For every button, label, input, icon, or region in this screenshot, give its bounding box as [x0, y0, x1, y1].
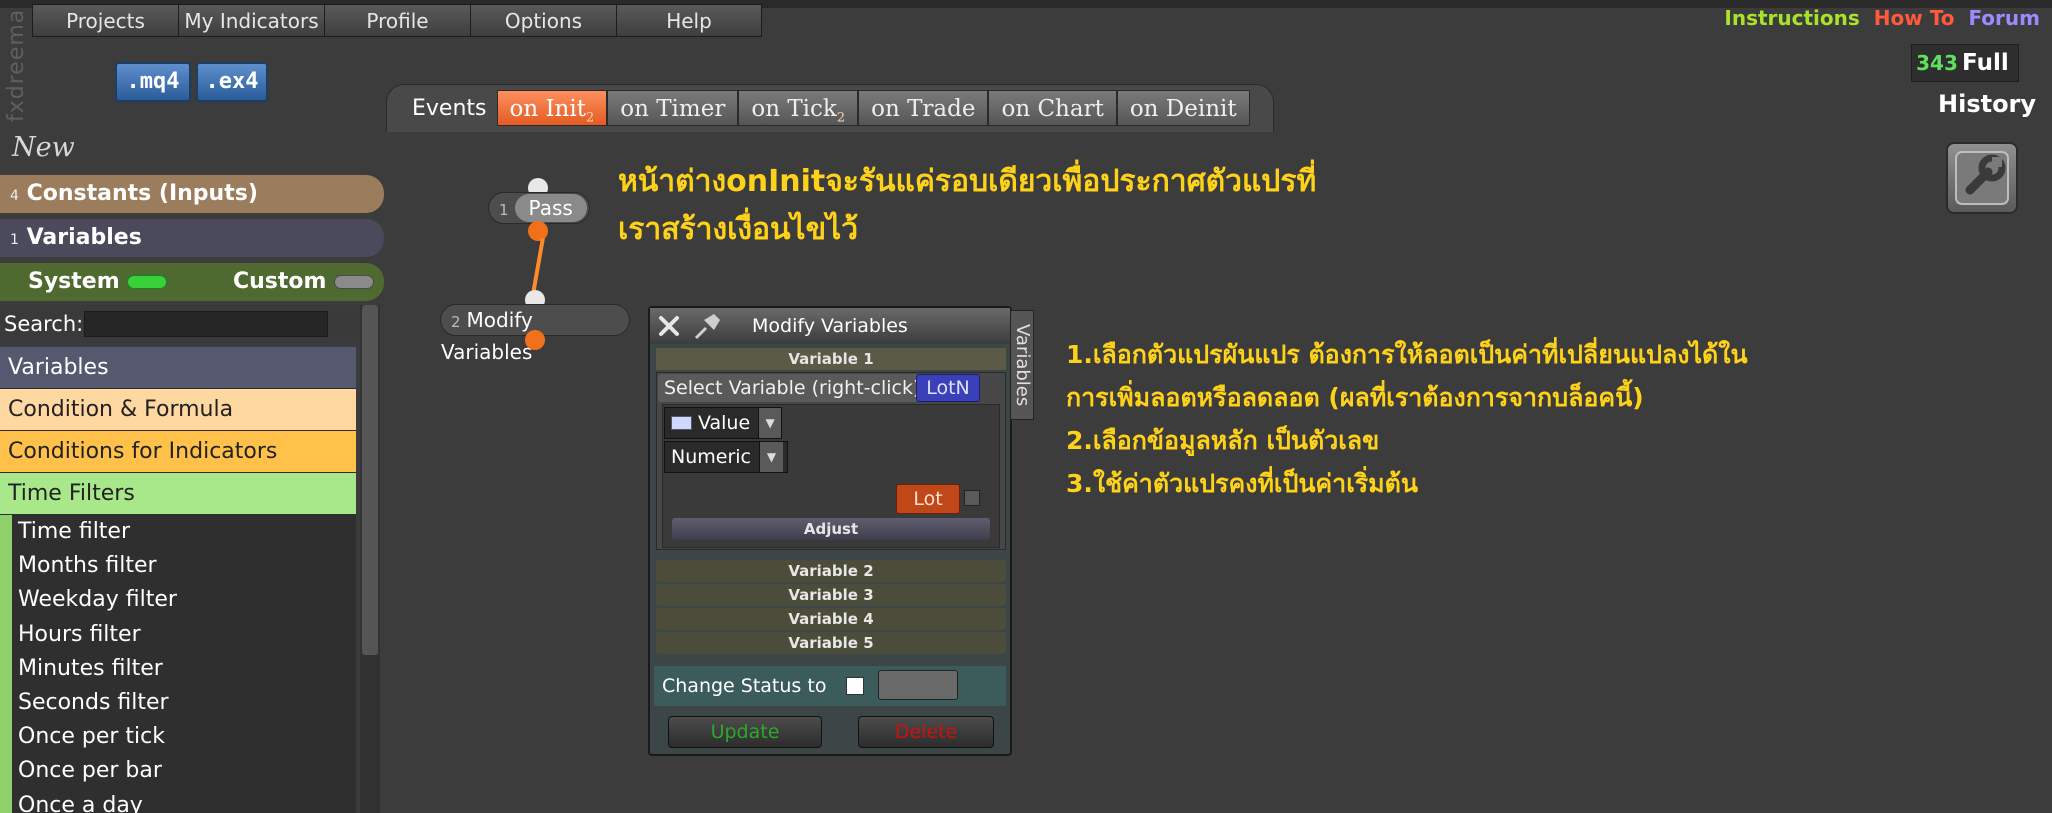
- tab-on-init[interactable]: on Init2: [496, 90, 608, 126]
- search-input[interactable]: [84, 311, 328, 337]
- variables-pill[interactable]: 1 Variables: [0, 219, 384, 257]
- search-row: Search:: [0, 305, 360, 343]
- annotation-note-line: 3.ใช้ค่าตัวแปรคงที่เป็นค่าเริ่มต้น: [1066, 469, 1418, 498]
- top-links: Instructions How To Forum: [1724, 6, 2040, 30]
- list-item[interactable]: Hours filter: [12, 618, 356, 652]
- system-custom-row: System Custom: [0, 263, 384, 301]
- events-label: Events: [412, 95, 487, 121]
- category-condition-formula[interactable]: Condition & Formula: [0, 389, 356, 431]
- adjust-button[interactable]: Adjust: [672, 518, 990, 540]
- annotation-note-line: การเพิ่มลอตหรือลดลอต (ผลที่เราต้องการจาก…: [1066, 383, 1644, 412]
- custom-label: Custom: [233, 269, 327, 294]
- delete-button[interactable]: Delete: [858, 716, 994, 748]
- tab-on-timer[interactable]: on Timer: [607, 90, 739, 126]
- chevron-down-icon: ▼: [758, 408, 781, 438]
- annotation-notes: 1.เลือกตัวแปรผันแปร ต้องการให้ลอตเป็นค่า…: [1066, 333, 1748, 505]
- brand-logo: fxdreema: [4, 8, 29, 122]
- tab-on-tick[interactable]: on Tick2: [738, 90, 859, 126]
- variable-3-header[interactable]: Variable 3: [656, 584, 1006, 606]
- pass-block-number: 1: [499, 201, 509, 219]
- counter-label: Full: [1962, 50, 2009, 76]
- pass-block[interactable]: 1 Pass: [488, 192, 590, 224]
- counter-value: 343: [1916, 51, 1958, 75]
- system-label: System: [28, 269, 120, 294]
- mq4-button[interactable]: .mq4: [115, 62, 191, 102]
- annotation-title-line: หน้าต่างonInitจะรันแค่รอบเดียวเพื่อประกา…: [618, 164, 1317, 199]
- list-item[interactable]: Once a day: [12, 789, 356, 813]
- update-button[interactable]: Update: [668, 716, 822, 748]
- event-tabs: Events on Init2 on Timer on Tick2 on Tra…: [404, 90, 1250, 126]
- category-time-filters[interactable]: Time Filters: [0, 473, 356, 515]
- variables-label: Variables: [26, 225, 142, 250]
- tab-on-chart[interactable]: on Chart: [988, 90, 1117, 126]
- list-item[interactable]: Months filter: [12, 549, 356, 583]
- variable-2-header[interactable]: Variable 2: [656, 560, 1006, 582]
- menu-options[interactable]: Options: [470, 4, 616, 37]
- wrench-icon[interactable]: [1946, 142, 2018, 214]
- variable-5-header[interactable]: Variable 5: [656, 632, 1006, 654]
- annotation-note-line: 1.เลือกตัวแปรผันแปร ต้องการให้ลอตเป็นค่า…: [1066, 340, 1748, 369]
- list-item[interactable]: Minutes filter: [12, 652, 356, 686]
- variable-4-header[interactable]: Variable 4: [656, 608, 1006, 630]
- sidebar-scroll-thumb[interactable]: [362, 305, 378, 655]
- variables-side-tab[interactable]: Variables: [1010, 310, 1034, 420]
- select-variable-label: Select Variable (right-click): [658, 374, 927, 402]
- annotation-note-line: 2.เลือกข้อมูลหลัก เป็นตัวเลข: [1066, 426, 1380, 455]
- annotation-title-line: เราสร้างเงื่อนไขไว้: [618, 212, 859, 247]
- menu-projects[interactable]: Projects: [32, 4, 178, 37]
- main-menu: Projects My Indicators Profile Options H…: [32, 4, 762, 37]
- list-item[interactable]: Time filter: [12, 515, 356, 549]
- pass-block-label: Pass: [514, 194, 587, 222]
- data-type-text: Numeric: [671, 446, 751, 468]
- search-label: Search:: [4, 312, 84, 336]
- new-label[interactable]: New: [12, 132, 75, 163]
- change-status-checkbox[interactable]: [846, 677, 864, 695]
- variable-1-header[interactable]: Variable 1: [656, 348, 1006, 370]
- howto-link[interactable]: How To: [1874, 6, 1955, 30]
- system-toggle[interactable]: [127, 275, 168, 289]
- menu-my-indicators[interactable]: My Indicators: [178, 4, 324, 37]
- menu-help[interactable]: Help: [616, 4, 762, 37]
- pin-icon[interactable]: [690, 310, 724, 342]
- ex4-button[interactable]: .ex4: [196, 62, 268, 102]
- list-item[interactable]: Seconds filter: [12, 686, 356, 720]
- modify-output-dot[interactable]: [525, 330, 545, 350]
- value-icon: [671, 416, 692, 430]
- list-item[interactable]: Once per bar: [12, 754, 356, 788]
- tab-on-deinit[interactable]: on Deinit: [1116, 90, 1250, 126]
- list-item[interactable]: Weekday filter: [12, 583, 356, 617]
- custom-toggle[interactable]: [334, 275, 375, 289]
- constants-count: 4: [10, 188, 19, 204]
- tab-on-trade[interactable]: on Trade: [858, 90, 989, 126]
- history-button[interactable]: History: [1938, 90, 2036, 118]
- value-type-text: Value: [697, 412, 751, 434]
- instructions-link[interactable]: Instructions: [1724, 6, 1859, 30]
- value-type-select[interactable]: Value ▼: [664, 407, 782, 439]
- connector-line: [531, 238, 545, 294]
- time-filter-list: Time filter Months filter Weekday filter…: [0, 515, 356, 813]
- change-status-label: Change Status to: [662, 675, 827, 697]
- variables-count: 1: [10, 232, 19, 248]
- annotation-title: หน้าต่างonInitจะรันแค่รอบเดียวเพื่อประกา…: [618, 158, 1316, 254]
- forum-link[interactable]: Forum: [1968, 6, 2040, 30]
- constants-inputs[interactable]: 4 Constants (Inputs): [0, 175, 384, 213]
- close-icon[interactable]: [656, 313, 682, 339]
- pass-output-dot[interactable]: [528, 221, 548, 241]
- menu-profile[interactable]: Profile: [324, 4, 470, 37]
- constants-label: Constants (Inputs): [26, 181, 258, 206]
- modify-block-number: 2: [451, 313, 461, 331]
- counter-box[interactable]: 343 Full: [1911, 44, 2019, 82]
- category-variables[interactable]: Variables: [0, 347, 356, 389]
- change-status-select[interactable]: [878, 670, 958, 700]
- panel-title: Modify Variables: [752, 315, 908, 337]
- lot-checkbox[interactable]: [964, 490, 980, 506]
- lot-button[interactable]: Lot: [896, 484, 960, 514]
- chevron-down-icon: ▼: [759, 442, 783, 472]
- data-type-select[interactable]: Numeric ▼: [664, 441, 788, 473]
- list-item[interactable]: Once per tick: [12, 720, 356, 754]
- category-conditions-indicators[interactable]: Conditions for Indicators: [0, 431, 356, 473]
- selected-variable-badge[interactable]: LotN: [916, 374, 980, 402]
